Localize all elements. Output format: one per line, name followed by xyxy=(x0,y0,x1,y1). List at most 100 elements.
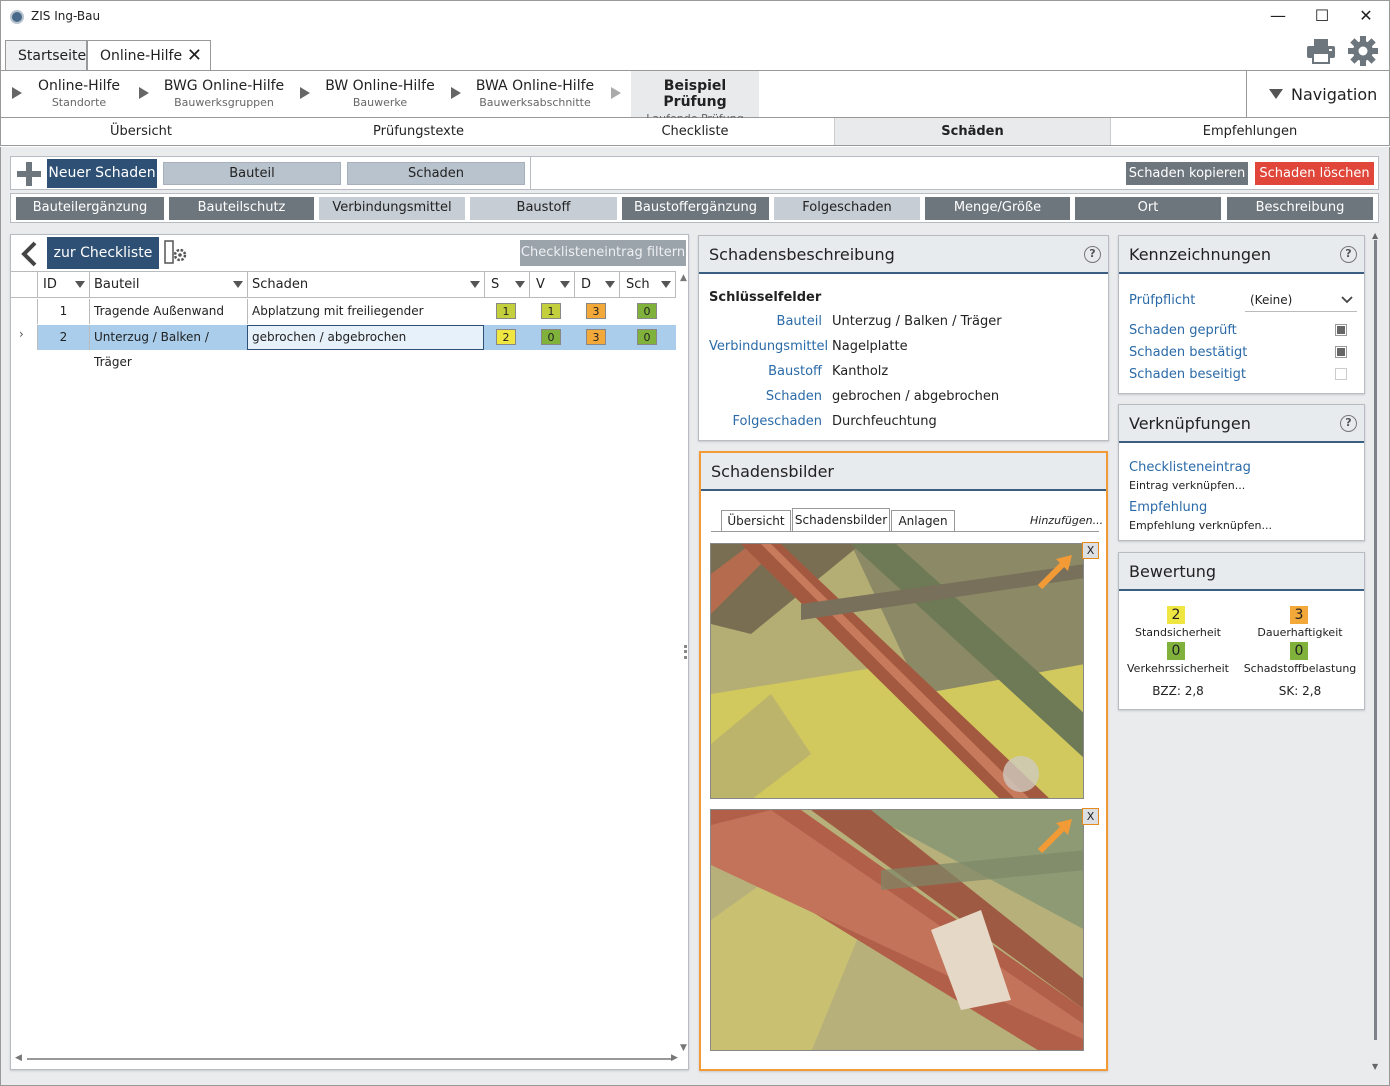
help-icon[interactable]: ? xyxy=(1084,246,1101,263)
tab-schaeden[interactable]: Schäden xyxy=(834,118,1111,145)
tab-startseite[interactable]: Startseite xyxy=(5,40,87,70)
back-to-checklist-button[interactable]: zur Checkliste xyxy=(47,237,159,269)
tab-pruefungstexte[interactable]: Prüfungstexte xyxy=(281,118,556,145)
filter-checklist-button[interactable]: Checklisteneintrag filtern xyxy=(520,240,686,266)
maximize-button[interactable]: ☐ xyxy=(1299,1,1345,33)
damage-photo[interactable] xyxy=(710,809,1084,1051)
category-verbindungsmittel[interactable]: Verbindungsmittel xyxy=(319,197,465,220)
column-schaden-header[interactable]: Schaden xyxy=(247,272,484,298)
filter-icon[interactable] xyxy=(233,281,243,288)
damage-photo[interactable] xyxy=(710,543,1084,799)
back-chevron-icon[interactable] xyxy=(16,239,46,269)
category-ort[interactable]: Ort xyxy=(1075,197,1221,220)
row-selected-marker: › xyxy=(19,327,24,341)
copy-damage-button[interactable]: Schaden kopieren xyxy=(1126,162,1248,185)
splitter-handle[interactable] xyxy=(684,645,687,659)
printer-icon[interactable] xyxy=(1306,38,1336,64)
breadcrumb-item-bauwerksgruppen[interactable]: BWG Online-Hilfe Bauwerksgruppen xyxy=(161,71,287,117)
tab-bar: Startseite Online-Hilfe ✕ xyxy=(0,32,1390,70)
breadcrumb-item-pruefung[interactable]: Beispiel PrüfungLaufende Prüfung xyxy=(631,71,759,125)
tab-images-schadensbilder[interactable]: Schadensbilder xyxy=(792,508,890,532)
cell-id: 1 xyxy=(37,299,89,324)
category-folgeschaden[interactable]: Folgeschaden xyxy=(774,197,920,220)
remove-image-button[interactable]: X xyxy=(1082,808,1099,825)
table-row[interactable]: 1 Tragende Außenwand Abplatzung mit frei… xyxy=(37,299,676,343)
tab-empfehlungen[interactable]: Empfehlungen xyxy=(1111,118,1389,145)
vertical-scrollbar[interactable] xyxy=(1374,240,1377,1040)
rating-label-standsicherheit: Standsicherheit xyxy=(1134,626,1221,639)
scroll-down-icon[interactable]: ▼ xyxy=(680,1043,687,1053)
filter-icon[interactable] xyxy=(75,281,85,288)
category-baustoff[interactable]: Baustoff xyxy=(470,197,617,220)
cell-schaden: Abplatzung mit freiliegender Bewehrung xyxy=(247,299,484,343)
filter-icon[interactable] xyxy=(560,281,570,288)
breadcrumb-item-bauwerke[interactable]: BW Online-Hilfe Bauwerke xyxy=(321,71,439,117)
tab-images-overview[interactable]: Übersicht xyxy=(721,510,791,532)
bauteil-button[interactable]: Bauteil xyxy=(163,162,341,185)
table-row[interactable]: 2 Unterzug / Balken / Träger gebrochen /… xyxy=(37,325,676,369)
category-beschreibung[interactable]: Beschreibung xyxy=(1227,197,1373,220)
category-bauteilschutz[interactable]: Bauteilschutz xyxy=(169,197,314,220)
rating-panel: Bewertung 2 Standsicherheit 3 Dauerhafti… xyxy=(1118,552,1365,710)
category-menge-groesse[interactable]: Menge/Größe xyxy=(925,197,1070,220)
column-id-header[interactable]: ID xyxy=(37,272,89,298)
field-label-folgeschaden: Folgeschaden xyxy=(732,414,822,429)
category-bauteilergaenzung[interactable]: Bauteilergänzung xyxy=(16,197,164,220)
filter-icon[interactable] xyxy=(605,281,615,288)
close-window-button[interactable]: ✕ xyxy=(1343,1,1389,33)
rating-s-chip: 1 xyxy=(496,303,516,319)
damage-toolbar: Neuer Schaden Bauteil Schaden Schaden ko… xyxy=(10,156,1379,190)
divider xyxy=(530,157,531,189)
pruefpflicht-select[interactable]: (Keine) xyxy=(1245,288,1357,312)
breadcrumb-item-standorte[interactable]: Online-Hilfe Standorte xyxy=(31,71,127,117)
remove-image-button[interactable]: X xyxy=(1082,542,1099,559)
tab-checkliste[interactable]: Checkliste xyxy=(556,118,834,145)
link-checklisteneintrag-sub[interactable]: Eintrag verknüpfen... xyxy=(1129,479,1245,492)
scroll-up-icon[interactable]: ▲ xyxy=(1372,231,1378,240)
column-sch-header[interactable]: Sch xyxy=(619,272,676,298)
delete-damage-button[interactable]: Schaden löschen xyxy=(1255,162,1374,185)
checkbox-bestaetigt[interactable] xyxy=(1335,346,1347,358)
field-value-folgeschaden: Durchfeuchtung xyxy=(832,414,937,429)
link-empfehlung[interactable]: Empfehlung xyxy=(1129,500,1207,515)
tab-images-anlagen[interactable]: Anlagen xyxy=(891,510,955,532)
checkbox-beseitigt[interactable] xyxy=(1335,368,1347,380)
link-checklisteneintrag[interactable]: Checklisteneintrag xyxy=(1129,460,1251,475)
scroll-up-icon[interactable]: ▲ xyxy=(680,273,687,283)
filter-icon[interactable] xyxy=(515,281,525,288)
help-icon[interactable]: ? xyxy=(1340,415,1357,432)
horizontal-scrollbar[interactable] xyxy=(27,1058,671,1060)
markings-header: Kennzeichnungen? xyxy=(1119,236,1364,274)
scroll-right-icon[interactable]: ▶ xyxy=(671,1053,678,1063)
column-v-header[interactable]: V xyxy=(529,272,574,298)
column-settings-icon[interactable] xyxy=(164,240,190,266)
close-tab-icon[interactable]: ✕ xyxy=(187,41,202,71)
rating-header: Bewertung xyxy=(1119,553,1364,591)
tab-uebersicht[interactable]: Übersicht xyxy=(1,118,281,145)
rating-v-chip: 0 xyxy=(541,329,561,345)
settings-gear-icon[interactable] xyxy=(1347,35,1379,67)
navigation-button[interactable]: Navigation xyxy=(1247,71,1389,117)
plus-icon[interactable] xyxy=(17,162,41,186)
add-image-link[interactable]: Hinzufügen... xyxy=(1030,514,1103,527)
tab-online-hilfe-label: Online-Hilfe xyxy=(100,48,183,64)
tab-online-hilfe[interactable]: Online-Hilfe ✕ xyxy=(87,40,211,70)
column-d-header[interactable]: D xyxy=(574,272,619,298)
scroll-down-icon[interactable]: ▼ xyxy=(1372,1062,1378,1071)
breadcrumb-item-bauwerksabschnitte[interactable]: BWA Online-Hilfe Bauwerksabschnitte xyxy=(471,71,599,117)
link-empfehlung-sub[interactable]: Empfehlung verknüpfen... xyxy=(1129,519,1272,532)
new-damage-button[interactable]: Neuer Schaden xyxy=(47,159,157,188)
category-baustoffergaenzung[interactable]: Baustoffergänzung xyxy=(622,197,769,220)
title-bar: ZIS Ing-Bau — ☐ ✕ xyxy=(0,0,1390,32)
minimize-button[interactable]: — xyxy=(1255,1,1301,33)
filter-icon[interactable] xyxy=(470,281,480,288)
checkbox-geprueft[interactable] xyxy=(1335,324,1347,336)
filter-icon[interactable] xyxy=(661,281,671,288)
cell-schaden[interactable]: gebrochen / abgebrochen xyxy=(247,325,484,350)
key-fields-heading: Schlüsselfelder xyxy=(709,290,822,305)
schaden-button[interactable]: Schaden xyxy=(347,162,525,185)
column-s-header[interactable]: S xyxy=(484,272,529,298)
scroll-left-icon[interactable]: ◀ xyxy=(15,1053,22,1063)
help-icon[interactable]: ? xyxy=(1340,246,1357,263)
column-bauteil-header[interactable]: Bauteil xyxy=(89,272,247,298)
